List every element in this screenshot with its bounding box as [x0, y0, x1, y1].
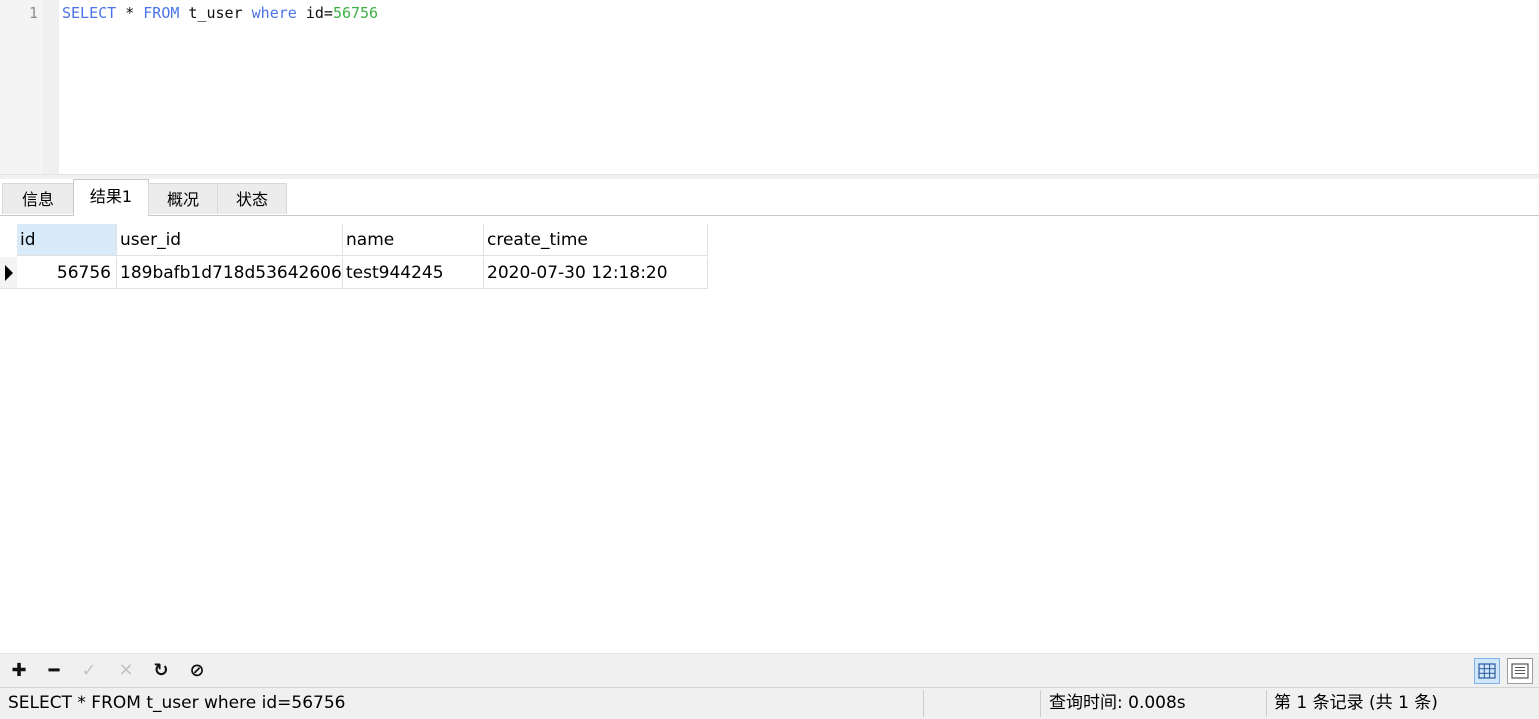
status-record-count: 第 1 条记录 (共 1 条)	[1274, 693, 1438, 713]
column-header-id[interactable]: id	[17, 224, 117, 256]
line-number-gutter: 1	[0, 0, 43, 174]
row-indicator[interactable]	[0, 257, 17, 289]
x-icon[interactable]: ✕	[115, 660, 137, 682]
form-view-button[interactable]	[1507, 658, 1533, 684]
token-value: 56756	[332, 4, 379, 22]
grid-toolbar: ✚ ━ ✓ ✕ ↻ ⊘	[0, 653, 1539, 688]
form-view-icon	[1511, 663, 1529, 679]
column-header-user-id[interactable]: user_id	[117, 224, 343, 256]
token-table: t_user	[179, 4, 252, 22]
cell-user-id[interactable]: 189bafb1d718d53642606	[117, 257, 343, 289]
cell-create-time[interactable]: 2020-07-30 12:18:20	[484, 257, 708, 289]
plus-icon[interactable]: ✚	[8, 660, 30, 682]
result-tabbar: 信息 结果1 概况 状态	[0, 179, 1539, 216]
minus-icon[interactable]: ━	[43, 660, 65, 682]
status-bar: SELECT * FROM t_user where id=56756 查询时间…	[0, 687, 1539, 719]
tab-result1[interactable]: 结果1	[73, 179, 149, 216]
line-number: 1	[28, 4, 38, 22]
tab-overview[interactable]: 概况	[148, 183, 218, 214]
grid-view-button[interactable]	[1474, 658, 1500, 684]
cell-name[interactable]: test944245	[343, 257, 484, 289]
status-divider	[1040, 690, 1041, 717]
status-query-time: 查询时间: 0.008s	[1049, 693, 1186, 713]
stop-icon[interactable]: ⊘	[186, 660, 208, 682]
column-header-create-time[interactable]: create_time	[484, 224, 708, 256]
tab-status[interactable]: 状态	[217, 183, 287, 214]
check-icon[interactable]: ✓	[78, 660, 100, 682]
keyword-select: SELECT	[62, 4, 117, 22]
grid-view-icon	[1478, 663, 1496, 679]
keyword-where: where	[251, 4, 297, 22]
column-header-name[interactable]: name	[343, 224, 484, 256]
token-condition: id=	[296, 4, 333, 22]
current-row-arrow-icon	[5, 265, 13, 281]
keyword-from: FROM	[143, 4, 180, 22]
status-divider	[923, 690, 924, 717]
refresh-icon[interactable]: ↻	[150, 660, 172, 682]
code-line[interactable]: SELECT * FROM t_user where id=56756	[62, 3, 378, 23]
fold-strip	[43, 0, 59, 174]
tab-info[interactable]: 信息	[2, 183, 74, 214]
sql-editor[interactable]: 1 SELECT * FROM t_user where id=56756	[0, 0, 1539, 174]
token-star: *	[116, 4, 144, 22]
status-sql: SELECT * FROM t_user where id=56756	[8, 693, 346, 713]
cell-id[interactable]: 56756	[17, 257, 117, 289]
status-divider	[1266, 690, 1267, 717]
